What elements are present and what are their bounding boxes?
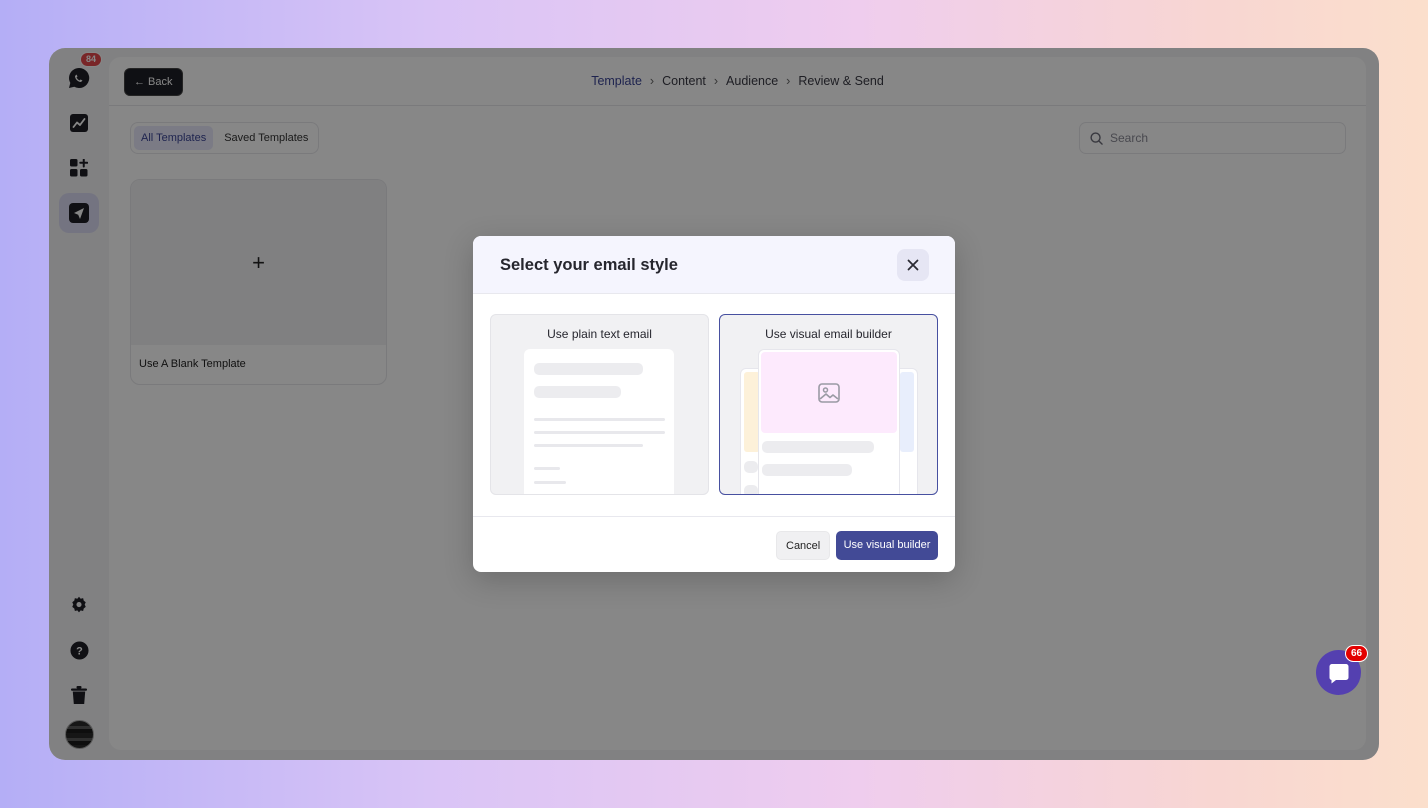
plain-text-preview: [524, 349, 674, 494]
close-button[interactable]: [897, 249, 929, 281]
visual-builder-option[interactable]: Use visual email builder: [719, 314, 938, 495]
chat-unread-badge: 66: [1345, 645, 1369, 662]
plain-text-option[interactable]: Use plain text email: [490, 314, 709, 495]
close-icon: [907, 259, 919, 271]
use-visual-builder-button[interactable]: Use visual builder: [836, 531, 938, 560]
dialog-header: Select your email style: [473, 236, 955, 294]
plain-text-option-label: Use plain text email: [547, 327, 652, 341]
visual-builder-option-label: Use visual email builder: [765, 327, 892, 341]
chat-launcher-button[interactable]: 66: [1316, 645, 1369, 695]
cancel-button[interactable]: Cancel: [776, 531, 831, 560]
dialog-footer: Cancel Use visual builder: [473, 516, 955, 572]
chat-bubble-icon: [1328, 663, 1348, 683]
dialog-title: Select your email style: [500, 256, 678, 274]
image-placeholder-icon: [818, 382, 840, 403]
visual-preview-front: [758, 349, 900, 494]
email-style-dialog: Select your email style Use plain text e…: [473, 236, 955, 572]
